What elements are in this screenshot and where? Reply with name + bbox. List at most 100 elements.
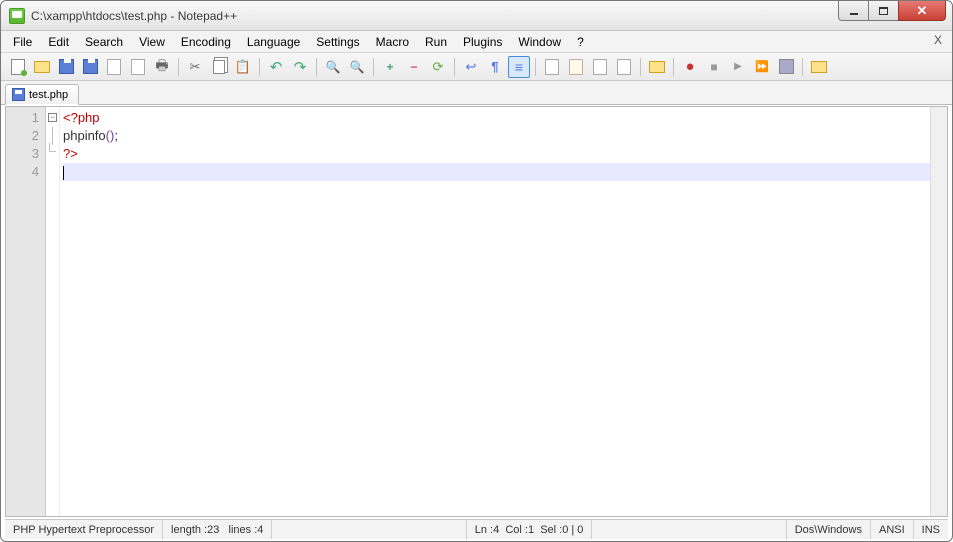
maximize-icon (879, 7, 888, 15)
line-number: 2 (6, 127, 39, 145)
window-title: C:\xampp\htdocs\test.php - Notepad++ (31, 9, 944, 23)
stop-macro-button[interactable] (703, 56, 725, 78)
menu-plugins[interactable]: Plugins (455, 33, 510, 51)
toolbar (1, 53, 952, 81)
find-replace-button[interactable] (346, 56, 368, 78)
status-ln-label: Ln : (475, 524, 493, 536)
play-macro-button[interactable] (727, 56, 749, 78)
undo-button[interactable] (265, 56, 287, 78)
menu-settings[interactable]: Settings (308, 33, 367, 51)
status-language: PHP Hypertext Preprocessor (5, 520, 163, 539)
tab-test-php[interactable]: test.php (5, 84, 79, 105)
status-encoding: ANSI (871, 520, 914, 539)
line-number-gutter: 1234 (6, 107, 46, 516)
code-line[interactable]: <?php (63, 109, 947, 127)
editor[interactable]: 1234 − <?phpphpinfo();?> (5, 106, 948, 517)
menu-edit[interactable]: Edit (40, 33, 77, 51)
close-icon: ✕ (917, 3, 928, 19)
status-position: Ln : 4 Col : 1 Sel : 0 | 0 (467, 520, 593, 539)
toolbar-separator (802, 58, 803, 76)
doc-map-button[interactable] (565, 56, 587, 78)
code-area[interactable]: <?phpphpinfo();?> (60, 107, 947, 516)
paste-button[interactable] (232, 56, 254, 78)
cut-button[interactable] (184, 56, 206, 78)
status-length-value: 23 (207, 524, 219, 536)
status-lines-value: 4 (257, 524, 263, 536)
menu-search[interactable]: Search (77, 33, 131, 51)
fold-marker[interactable]: − (46, 109, 59, 127)
print-button[interactable] (151, 56, 173, 78)
new-file-button[interactable] (7, 56, 29, 78)
toolbar-separator (259, 58, 260, 76)
open-file-button[interactable] (31, 56, 53, 78)
text-caret (63, 166, 64, 180)
run-macro-multi-button[interactable] (751, 56, 773, 78)
menu-window[interactable]: Window (510, 33, 569, 51)
record-macro-button[interactable] (679, 56, 701, 78)
app-icon (9, 8, 25, 24)
menu-macro[interactable]: Macro (368, 33, 417, 51)
fold-column[interactable]: − (46, 107, 60, 516)
menu-run[interactable]: Run (417, 33, 455, 51)
status-length: length : 23 lines : 4 (163, 520, 272, 539)
toolbar-separator (178, 58, 179, 76)
user-lang-button[interactable] (541, 56, 563, 78)
close-button[interactable] (103, 56, 125, 78)
folder-workspace-button[interactable] (613, 56, 635, 78)
code-line[interactable]: phpinfo(); (63, 127, 947, 145)
status-sel-value: 0 | 0 (562, 524, 583, 536)
line-number: 3 (6, 145, 39, 163)
toolbar-separator (454, 58, 455, 76)
file-saved-icon (12, 88, 25, 101)
save-all-button[interactable] (79, 56, 101, 78)
tab-label: test.php (29, 89, 68, 101)
status-sel-label: Sel : (540, 524, 562, 536)
open-plugin-folder-button[interactable] (808, 56, 830, 78)
status-col-value: 1 (528, 524, 534, 536)
status-ln-value: 4 (493, 524, 499, 536)
copy-button[interactable] (208, 56, 230, 78)
zoom-out-button[interactable] (403, 56, 425, 78)
toolbar-separator (673, 58, 674, 76)
status-eol: Dos\Windows (787, 520, 871, 539)
toolbar-separator (640, 58, 641, 76)
show-all-chars-button[interactable] (484, 56, 506, 78)
menu-encoding[interactable]: Encoding (173, 33, 239, 51)
menubar: FileEditSearchViewEncodingLanguageSettin… (1, 31, 952, 53)
tabbar: test.php (1, 81, 952, 105)
close-document-button[interactable]: X (934, 33, 942, 47)
minimize-button[interactable] (838, 1, 868, 21)
find-button[interactable] (322, 56, 344, 78)
menu-view[interactable]: View (131, 33, 173, 51)
code-line[interactable] (63, 163, 947, 181)
statusbar: PHP Hypertext Preprocessor length : 23 l… (5, 519, 948, 539)
toolbar-separator (316, 58, 317, 76)
status-length-label: length : (171, 524, 207, 536)
close-window-button[interactable]: ✕ (898, 1, 946, 21)
vertical-scrollbar[interactable] (930, 107, 947, 516)
save-button[interactable] (55, 56, 77, 78)
menu-language[interactable]: Language (239, 33, 308, 51)
titlebar: C:\xampp\htdocs\test.php - Notepad++ ✕ (1, 1, 952, 31)
menu-q[interactable]: ? (569, 33, 592, 51)
monitoring-button[interactable] (646, 56, 668, 78)
toolbar-separator (535, 58, 536, 76)
indent-guide-button[interactable] (508, 56, 530, 78)
fold-marker (46, 145, 59, 163)
maximize-button[interactable] (868, 1, 898, 21)
toolbar-separator (373, 58, 374, 76)
word-wrap-button[interactable] (460, 56, 482, 78)
close-all-button[interactable] (127, 56, 149, 78)
sync-vscroll-button[interactable] (427, 56, 449, 78)
func-list-button[interactable] (589, 56, 611, 78)
status-insert-mode[interactable]: INS (914, 520, 948, 539)
zoom-in-button[interactable] (379, 56, 401, 78)
status-lines-label: lines : (229, 524, 258, 536)
code-line[interactable]: ?> (63, 145, 947, 163)
save-macro-button[interactable] (775, 56, 797, 78)
menu-file[interactable]: File (5, 33, 40, 51)
line-number: 4 (6, 163, 39, 181)
fold-marker (46, 163, 59, 181)
redo-button[interactable] (289, 56, 311, 78)
minimize-icon (850, 13, 858, 15)
